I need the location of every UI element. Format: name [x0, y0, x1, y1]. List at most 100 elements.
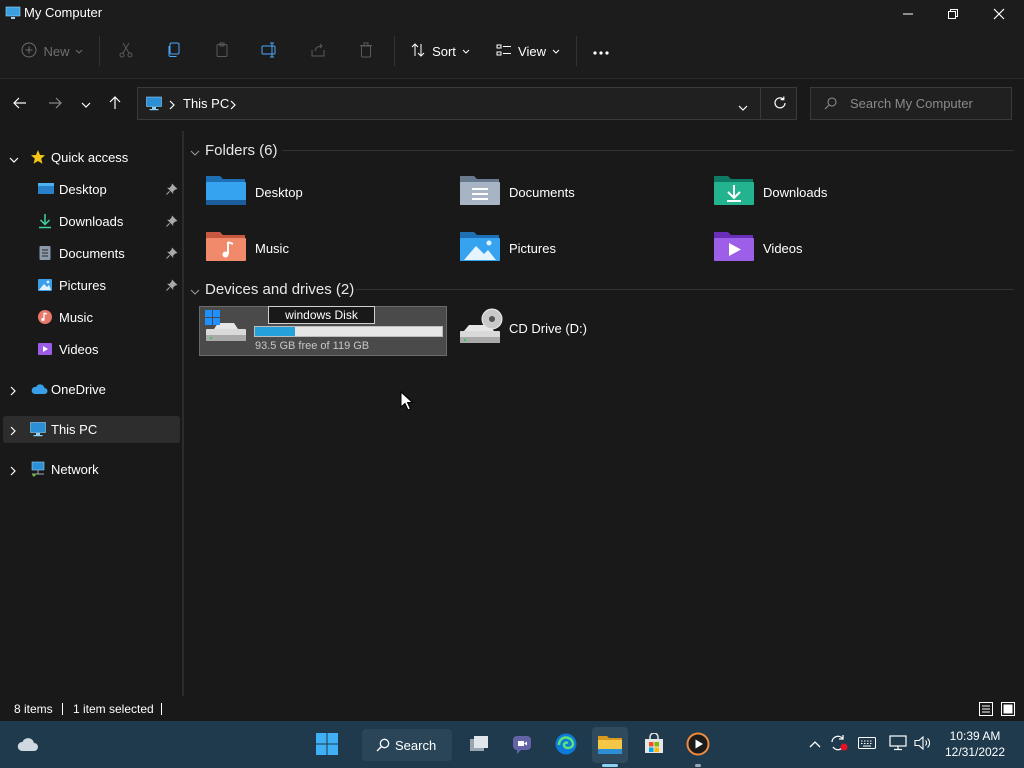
- show-hidden-icons-button[interactable]: [804, 733, 826, 755]
- sidebar-item-music[interactable]: Music: [3, 304, 180, 331]
- folder-videos[interactable]: Videos: [712, 227, 952, 273]
- scissors-icon: [118, 42, 134, 61]
- refresh-icon[interactable]: [773, 96, 787, 113]
- see-more-button[interactable]: [585, 28, 617, 74]
- arrow-right-icon: [48, 97, 62, 112]
- start-button[interactable]: [309, 727, 345, 763]
- delete-button[interactable]: [350, 28, 382, 74]
- drive-name-edit-field[interactable]: windows Disk: [268, 306, 375, 324]
- sync-icon: [829, 734, 849, 755]
- pin-icon: [166, 215, 178, 230]
- up-button[interactable]: [101, 87, 129, 121]
- folder-music[interactable]: Music: [204, 227, 444, 273]
- view-icon: [496, 42, 512, 61]
- keyboard-layout-button[interactable]: [856, 733, 878, 755]
- taskbar-search-button[interactable]: Search: [362, 729, 452, 761]
- documents-folder-icon: [458, 171, 504, 211]
- more-options-icon: [593, 44, 609, 58]
- forward-button[interactable]: [41, 87, 69, 121]
- breadcrumb-this-pc[interactable]: This PC: [183, 96, 229, 111]
- drives-group-header[interactable]: Devices and drives (2): [184, 278, 1014, 300]
- folder-pictures[interactable]: Pictures: [458, 227, 698, 273]
- new-button[interactable]: New: [14, 28, 90, 74]
- back-button[interactable]: [6, 87, 34, 121]
- command-bar: New Sort View: [0, 28, 1024, 79]
- folders-group-header[interactable]: Folders (6): [184, 139, 1014, 161]
- ethernet-icon: [889, 734, 907, 754]
- microsoft-store-button[interactable]: [636, 727, 672, 763]
- paste-button[interactable]: [206, 28, 238, 74]
- folder-label: Videos: [763, 241, 803, 256]
- edge-browser-button[interactable]: [548, 727, 584, 763]
- downloads-folder-icon: [712, 171, 758, 211]
- cloud-icon: [30, 382, 48, 398]
- recent-locations-button[interactable]: [72, 87, 100, 121]
- network-status-button[interactable]: [887, 733, 909, 755]
- folder-documents[interactable]: Documents: [458, 171, 698, 217]
- sync-status-button[interactable]: [828, 733, 850, 755]
- system-clock[interactable]: 10:39 AM 12/31/2022: [930, 728, 1020, 760]
- sidebar-item-pictures[interactable]: Pictures: [3, 272, 180, 299]
- sidebar-label: Downloads: [59, 214, 124, 229]
- rename-button[interactable]: [254, 28, 286, 74]
- folder-desktop[interactable]: Desktop: [204, 171, 444, 217]
- restore-button[interactable]: [930, 0, 976, 28]
- videos-folder-icon: [712, 227, 758, 267]
- sidebar-item-documents[interactable]: Documents: [3, 240, 180, 267]
- search-input[interactable]: Search My Computer: [810, 87, 1012, 120]
- computer-icon: [5, 5, 21, 19]
- task-view-button[interactable]: [461, 727, 497, 763]
- sort-button[interactable]: Sort: [405, 28, 475, 74]
- chevron-down-icon[interactable]: [9, 152, 19, 167]
- chevron-right-icon[interactable]: [9, 424, 17, 439]
- item-count: 8 items: [14, 702, 53, 716]
- sidebar-item-desktop[interactable]: Desktop: [3, 176, 180, 203]
- chevron-down-icon: [81, 97, 91, 111]
- toolbar-divider: [394, 36, 395, 66]
- sidebar-item-this-pc[interactable]: This PC: [3, 416, 180, 443]
- chevron-right-icon[interactable]: [9, 464, 17, 479]
- store-icon: [643, 731, 665, 758]
- copy-button[interactable]: [158, 28, 190, 74]
- cut-button[interactable]: [110, 28, 142, 74]
- folder-downloads[interactable]: Downloads: [712, 171, 952, 217]
- search-placeholder: Search My Computer: [850, 96, 973, 111]
- sidebar-item-network[interactable]: Network: [3, 456, 180, 483]
- sidebar-item-quick-access[interactable]: Quick access: [3, 144, 180, 171]
- sidebar-item-onedrive[interactable]: OneDrive: [3, 376, 180, 403]
- address-history-button[interactable]: [738, 100, 748, 114]
- share-button[interactable]: [302, 28, 334, 74]
- network-icon: [30, 461, 46, 477]
- sidebar-label: Pictures: [59, 278, 106, 293]
- copy-icon: [166, 42, 182, 61]
- document-icon: [37, 245, 53, 261]
- sidebar-label: Network: [51, 462, 99, 477]
- sidebar-item-downloads[interactable]: Downloads: [3, 208, 180, 235]
- breadcrumb-separator-icon: [230, 99, 236, 113]
- music-icon: [37, 309, 53, 325]
- chevron-down-icon[interactable]: [190, 146, 200, 160]
- sort-icon: [410, 42, 426, 61]
- cloud-icon: [16, 734, 40, 757]
- address-bar[interactable]: This PC: [137, 87, 797, 120]
- close-button[interactable]: [976, 0, 1022, 28]
- taskbar: Search 10:39 AM 12/31/2022: [0, 721, 1024, 768]
- sidebar-item-videos[interactable]: Videos: [3, 336, 180, 363]
- minimize-button[interactable]: [885, 0, 931, 28]
- weather-widget-button[interactable]: [10, 727, 46, 763]
- chevron-right-icon[interactable]: [9, 384, 17, 399]
- drive-windows-disk[interactable]: windows Disk 93.5 GB free of 119 GB: [199, 306, 447, 356]
- toolbar-divider: [576, 36, 577, 66]
- details-view-icon[interactable]: [978, 701, 994, 720]
- file-explorer-button[interactable]: [592, 727, 628, 763]
- teams-chat-button[interactable]: [504, 727, 540, 763]
- chevron-down-icon[interactable]: [190, 285, 200, 299]
- music-folder-icon: [204, 227, 250, 267]
- edge-browser-icon: [554, 732, 578, 759]
- large-icons-view-icon[interactable]: [1000, 701, 1016, 720]
- this-pc-icon: [146, 96, 162, 114]
- navigation-row: This PC Search My Computer: [0, 79, 1024, 129]
- media-player-button[interactable]: [680, 727, 716, 763]
- drive-cd-drive[interactable]: CD Drive (D:): [456, 306, 656, 356]
- view-button[interactable]: View: [490, 28, 566, 74]
